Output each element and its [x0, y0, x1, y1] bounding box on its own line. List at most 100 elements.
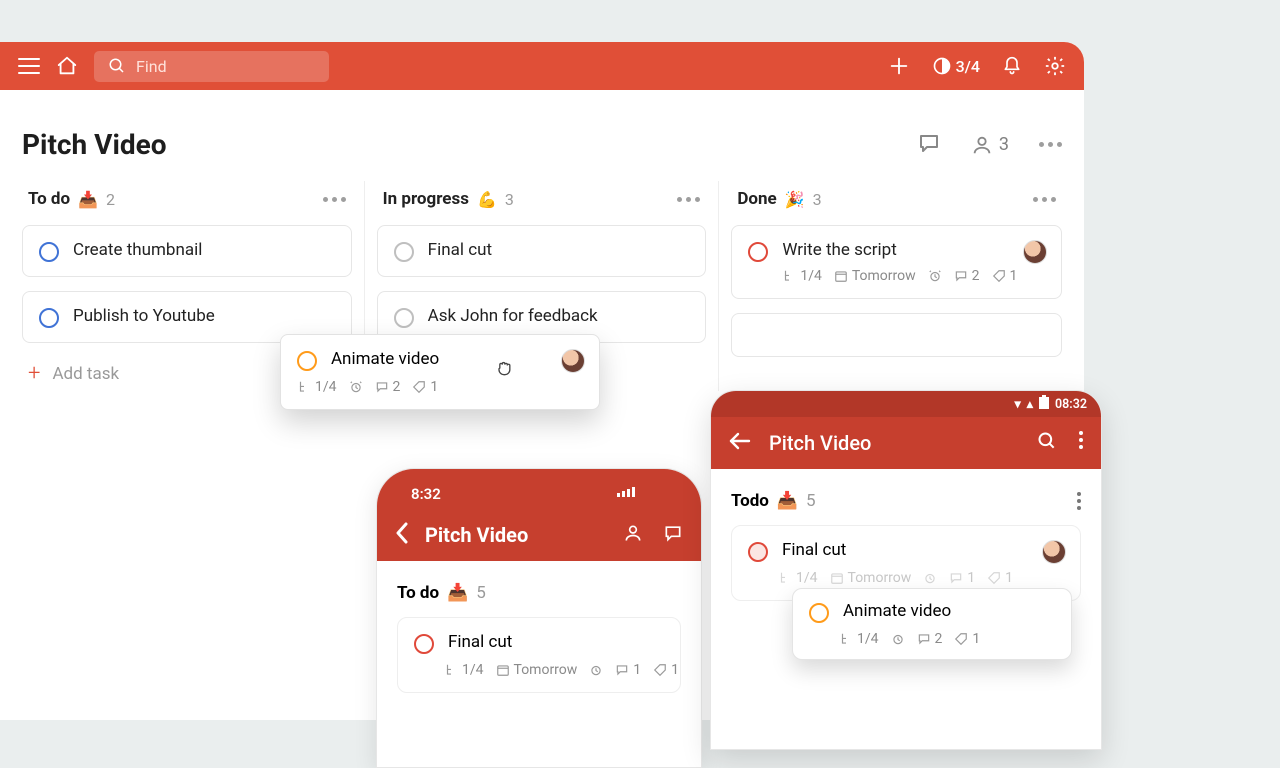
- column-emoji: 🎉: [785, 190, 805, 209]
- back-icon[interactable]: [395, 522, 409, 548]
- checkbox-icon[interactable]: [394, 308, 414, 328]
- subtask-icon: 1/4: [444, 662, 484, 678]
- task-title: Ask John for feedback: [428, 306, 690, 326]
- column-done: Done 🎉 3 Write the script 1/4 Tomorrow 2…: [719, 181, 1074, 391]
- search-icon[interactable]: [1037, 431, 1057, 455]
- project-header: Pitch Video 3: [0, 90, 1084, 181]
- column-count: 2: [106, 190, 115, 209]
- task-title: Final cut: [782, 540, 846, 560]
- reminder-icon: [928, 269, 942, 283]
- comments-icon[interactable]: [917, 131, 941, 159]
- task-title: Final cut: [428, 240, 690, 260]
- column-more-icon[interactable]: [677, 197, 700, 202]
- checkbox-icon[interactable]: [39, 242, 59, 262]
- column-more-icon[interactable]: [1033, 197, 1056, 202]
- ios-navbar: Pitch Video: [377, 509, 701, 561]
- plus-icon: +: [28, 363, 40, 385]
- members-button[interactable]: 3: [971, 134, 1009, 156]
- checkbox-icon[interactable]: [748, 542, 768, 562]
- ios-section-header: To do 📥 5: [397, 583, 681, 603]
- column-title: In progress: [383, 189, 469, 209]
- reminder-icon: [589, 663, 603, 677]
- ios-statusbar: 8:32: [377, 469, 701, 509]
- android-navbar: Pitch Video: [711, 417, 1101, 469]
- project-title: Pitch Video: [22, 128, 167, 161]
- progress-indicator[interactable]: 3/4: [932, 56, 980, 76]
- member-count: 3: [999, 134, 1009, 155]
- task-meta: 1/4 2 1: [297, 379, 583, 395]
- person-icon[interactable]: [623, 523, 643, 547]
- task-card[interactable]: Final cut 1/4 Tomorrow 1 1: [397, 617, 681, 693]
- project-more-icon[interactable]: [1039, 142, 1062, 147]
- checkbox-icon[interactable]: [39, 308, 59, 328]
- add-icon[interactable]: [888, 55, 910, 77]
- section-more-icon[interactable]: [1077, 492, 1081, 510]
- assignee-avatar[interactable]: [561, 349, 585, 373]
- task-title: Create thumbnail: [73, 240, 335, 260]
- comment-icon: 1: [615, 662, 641, 678]
- task-meta: 1/4 Tomorrow 1 1: [444, 662, 664, 678]
- assignee-avatar[interactable]: [1042, 540, 1066, 564]
- task-title: Animate video: [843, 601, 951, 621]
- task-card[interactable]: [731, 313, 1062, 357]
- dragging-task-card[interactable]: Animate video 1/4 2 1: [280, 334, 600, 410]
- task-meta: 1/4 Tomorrow 2 1: [782, 268, 1045, 284]
- column-emoji: 💪: [477, 190, 497, 209]
- android-dragging-card[interactable]: Animate video 1/4 2 1: [792, 588, 1072, 660]
- tag-icon: 1: [653, 662, 679, 678]
- subtask-icon: 1/4: [782, 268, 822, 284]
- grab-cursor-icon: [494, 358, 514, 382]
- subtask-icon: 1/4: [839, 631, 879, 647]
- menu-icon[interactable]: [18, 57, 40, 75]
- signal-icon: ▴: [1027, 396, 1033, 412]
- comment-icon: 2: [917, 631, 943, 647]
- ios-title: Pitch Video: [425, 523, 528, 547]
- column-emoji: 📥: [78, 190, 98, 209]
- column-title: Done: [737, 189, 776, 209]
- android-time: 08:32: [1055, 397, 1087, 412]
- subtask-icon: 1/4: [778, 570, 818, 586]
- task-card[interactable]: Create thumbnail: [22, 225, 352, 277]
- checkbox-icon[interactable]: [297, 351, 317, 371]
- topbar: 3/4: [0, 42, 1084, 90]
- calendar-icon: Tomorrow: [830, 570, 912, 586]
- reminder-icon: [891, 632, 905, 646]
- bell-icon[interactable]: [1002, 55, 1022, 77]
- android-section-header: Todo 📥 5: [731, 491, 1081, 511]
- ios-time: 8:32: [411, 485, 441, 503]
- column-title: To do: [28, 189, 70, 209]
- checkbox-icon[interactable]: [394, 242, 414, 262]
- search-icon: [108, 57, 126, 75]
- android-statusbar: ▾ ▴ 08:32: [711, 391, 1101, 417]
- comment-icon: 2: [375, 379, 401, 395]
- search-input[interactable]: [136, 57, 315, 76]
- tag-icon: 1: [987, 570, 1013, 586]
- task-card[interactable]: Final cut: [377, 225, 707, 277]
- calendar-icon: Tomorrow: [834, 268, 916, 284]
- task-title: Publish to Youtube: [73, 306, 335, 326]
- tag-icon: 1: [992, 268, 1018, 284]
- android-mockup: ▾ ▴ 08:32 Pitch Video Todo 📥 5 Final cut…: [710, 390, 1102, 750]
- comment-icon: 2: [954, 268, 980, 284]
- search-box[interactable]: [94, 51, 329, 82]
- task-title: Final cut: [448, 632, 512, 652]
- checkbox-icon[interactable]: [748, 242, 768, 262]
- calendar-icon: Tomorrow: [496, 662, 578, 678]
- home-icon[interactable]: [56, 55, 78, 77]
- column-count: 3: [505, 190, 514, 209]
- reminder-icon: [923, 571, 937, 585]
- comment-icon: 1: [949, 570, 975, 586]
- task-title: Write the script: [782, 240, 1045, 260]
- android-title: Pitch Video: [769, 431, 871, 455]
- checkbox-icon[interactable]: [414, 634, 434, 654]
- overflow-icon[interactable]: [1079, 431, 1083, 455]
- progress-count: 3/4: [956, 57, 980, 76]
- assignee-avatar[interactable]: [1023, 240, 1047, 264]
- gear-icon[interactable]: [1044, 55, 1066, 77]
- column-more-icon[interactable]: [323, 197, 346, 202]
- checkbox-icon[interactable]: [809, 603, 829, 623]
- task-card[interactable]: Write the script 1/4 Tomorrow 2 1: [731, 225, 1062, 299]
- chat-icon[interactable]: [663, 523, 683, 547]
- task-meta: 1/4 Tomorrow 1 1: [778, 570, 1064, 586]
- back-icon[interactable]: [729, 432, 751, 454]
